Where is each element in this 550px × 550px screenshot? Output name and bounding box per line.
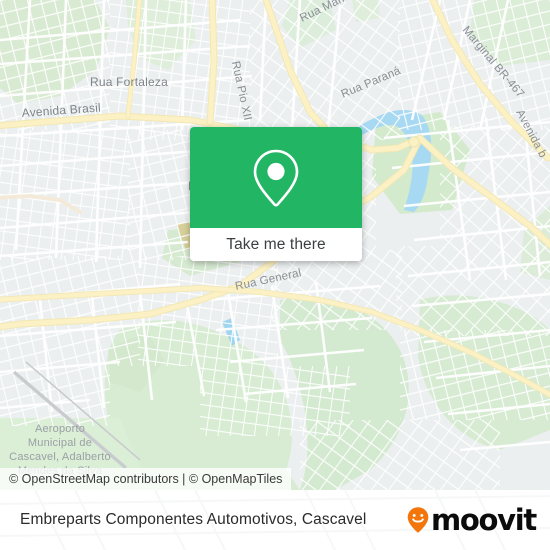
place-title: Embreparts Componentes Automotivos, Casc… [20, 511, 367, 528]
map-canvas[interactable]: Rua Fortaleza Avenida Brasil Rua Pio XII… [0, 0, 550, 490]
take-me-there-button[interactable]: Take me there [190, 228, 362, 261]
moovit-smiley-pin-icon [407, 507, 429, 533]
map-pin-icon [253, 149, 299, 206]
map-attribution[interactable]: © OpenStreetMap contributors | © OpenMap… [0, 468, 292, 490]
moovit-wordmark: moovit [431, 502, 537, 537]
footer-bar: Embreparts Componentes Automotivos, Casc… [0, 490, 550, 550]
card-icon-area [190, 127, 362, 228]
moovit-logo[interactable]: moovit [403, 502, 537, 537]
label-rua-fortaleza: Rua Fortaleza [90, 75, 168, 89]
svg-text:Aeroporto: Aeroporto [35, 423, 85, 435]
location-callout-card[interactable]: Take me there [190, 127, 362, 261]
svg-text:Cascavel, Adalberto: Cascavel, Adalberto [9, 451, 111, 463]
svg-text:Municipal de: Municipal de [28, 437, 92, 449]
map-screenshot: Rua Fortaleza Avenida Brasil Rua Pio XII… [0, 0, 550, 550]
attribution-text: © OpenStreetMap contributors | © OpenMap… [9, 472, 283, 486]
